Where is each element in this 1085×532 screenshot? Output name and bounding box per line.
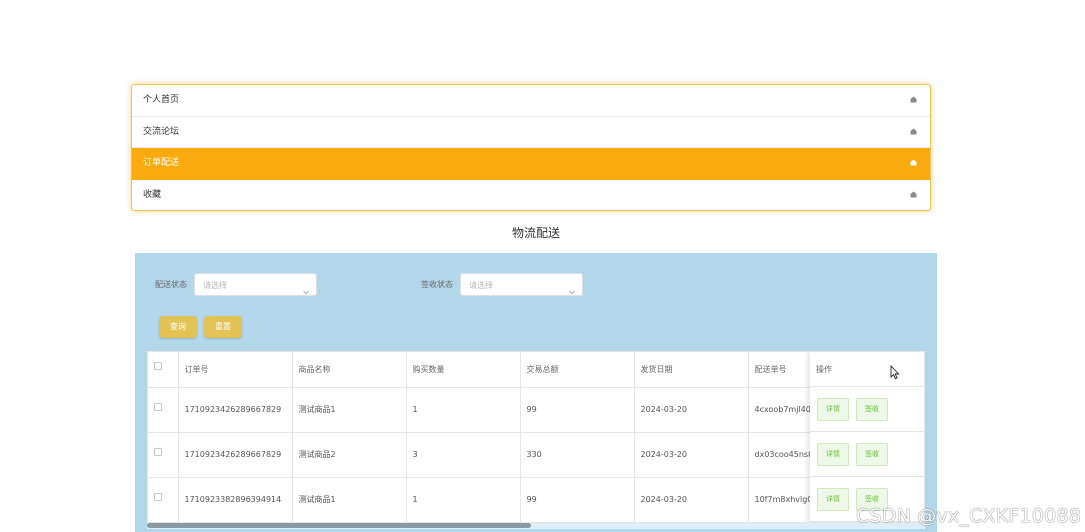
menu-item-favorites[interactable]: 收藏	[132, 180, 930, 211]
sign-button[interactable]: 签收	[856, 443, 888, 466]
home-icon	[910, 159, 917, 166]
select-placeholder: 请选择	[203, 281, 227, 290]
column-header: 操作	[810, 352, 924, 387]
sign-button[interactable]: 签收	[856, 398, 888, 421]
product-cell: 测试商品2	[292, 432, 407, 478]
order-no-cell: 1710923426289667829	[178, 432, 293, 478]
delivery-status-label: 配送状态	[155, 280, 187, 289]
home-icon	[910, 191, 917, 198]
delivery-status-select[interactable]: 请选择	[194, 273, 317, 296]
menu-item-label: 收藏	[143, 189, 162, 200]
row-checkbox[interactable]	[154, 492, 162, 501]
menu-item-forum[interactable]: 交流论坛	[132, 117, 930, 148]
reset-button[interactable]: 重置	[204, 316, 242, 338]
row-actions: 详情 签收	[810, 387, 924, 432]
row-checkbox[interactable]	[154, 402, 162, 411]
total-cell: 99	[520, 477, 635, 522]
orders-table: 订单号 商品名称 购买数量 交易总额 发货日期 配送单号 17109234262…	[147, 351, 925, 523]
select-placeholder: 请选择	[469, 281, 493, 290]
detail-button[interactable]: 详情	[817, 443, 849, 466]
menu-item-order-delivery[interactable]: 订单配送	[132, 148, 930, 180]
chevron-down-icon	[568, 281, 576, 295]
product-cell: 测试商品1	[292, 387, 407, 433]
mouse-cursor-icon	[890, 364, 900, 380]
qty-cell: 1	[406, 387, 521, 433]
row-select-cell[interactable]	[148, 387, 179, 433]
logistics-panel: 配送状态 请选择 签收状态 请选择 查询 重置 订单号 商品名称 购买数量 交易…	[135, 253, 937, 532]
side-menu: 个人首页 交流论坛 订单配送 收藏	[131, 84, 931, 211]
menu-item-label: 订单配送	[143, 158, 180, 168]
chevron-down-icon	[302, 281, 310, 295]
row-checkbox[interactable]	[154, 447, 162, 456]
home-icon	[910, 128, 917, 135]
watermark: CSDN @vx_CXKF10088	[856, 505, 1081, 527]
sign-status-select[interactable]: 请选择	[460, 273, 583, 296]
qty-cell: 1	[406, 477, 521, 522]
table-row: 1710923426289667829 测试商品1 1 99 2024-03-2…	[148, 387, 924, 433]
order-no-cell: 1710923426289667829	[178, 387, 293, 433]
menu-item-label: 个人首页	[143, 95, 180, 105]
page-title: 物流配送	[511, 226, 560, 240]
table-row: 1710923382896394914 测试商品1 1 99 2024-03-2…	[148, 477, 924, 522]
home-icon	[910, 96, 917, 103]
total-cell: 99	[520, 387, 635, 433]
menu-item-home[interactable]: 个人首页	[132, 85, 930, 117]
row-select-cell[interactable]	[148, 477, 179, 522]
query-button[interactable]: 查询	[159, 316, 197, 338]
sign-status-label: 签收状态	[421, 280, 453, 289]
row-select-cell[interactable]	[148, 432, 179, 478]
column-header: 交易总额	[520, 352, 635, 388]
select-all-cell[interactable]	[148, 352, 179, 388]
menu-item-label: 交流论坛	[143, 126, 180, 137]
select-all-checkbox[interactable]	[154, 362, 162, 370]
column-header: 商品名称	[292, 352, 407, 388]
ship-date-cell: 2024-03-20	[634, 387, 749, 433]
table-row: 1710923426289667829 测试商品2 3 330 2024-03-…	[148, 432, 924, 478]
table-header-row: 订单号 商品名称 购买数量 交易总额 发货日期 配送单号	[148, 352, 924, 388]
detail-button[interactable]: 详情	[817, 398, 849, 421]
row-actions: 详情 签收	[810, 432, 924, 477]
order-no-cell: 1710923382896394914	[178, 477, 293, 522]
column-header: 订单号	[178, 352, 293, 388]
ship-date-cell: 2024-03-20	[634, 432, 749, 478]
qty-cell: 3	[406, 432, 521, 478]
horizontal-scrollbar-thumb[interactable]	[147, 523, 531, 528]
total-cell: 330	[520, 432, 635, 478]
ship-date-cell: 2024-03-20	[634, 477, 749, 522]
column-header: 购买数量	[406, 352, 521, 388]
product-cell: 测试商品1	[292, 477, 407, 522]
detail-button[interactable]: 详情	[817, 488, 849, 511]
column-header: 发货日期	[634, 352, 749, 388]
operations-column: 操作 详情 签收 详情 签收 详情 签收	[810, 352, 924, 522]
